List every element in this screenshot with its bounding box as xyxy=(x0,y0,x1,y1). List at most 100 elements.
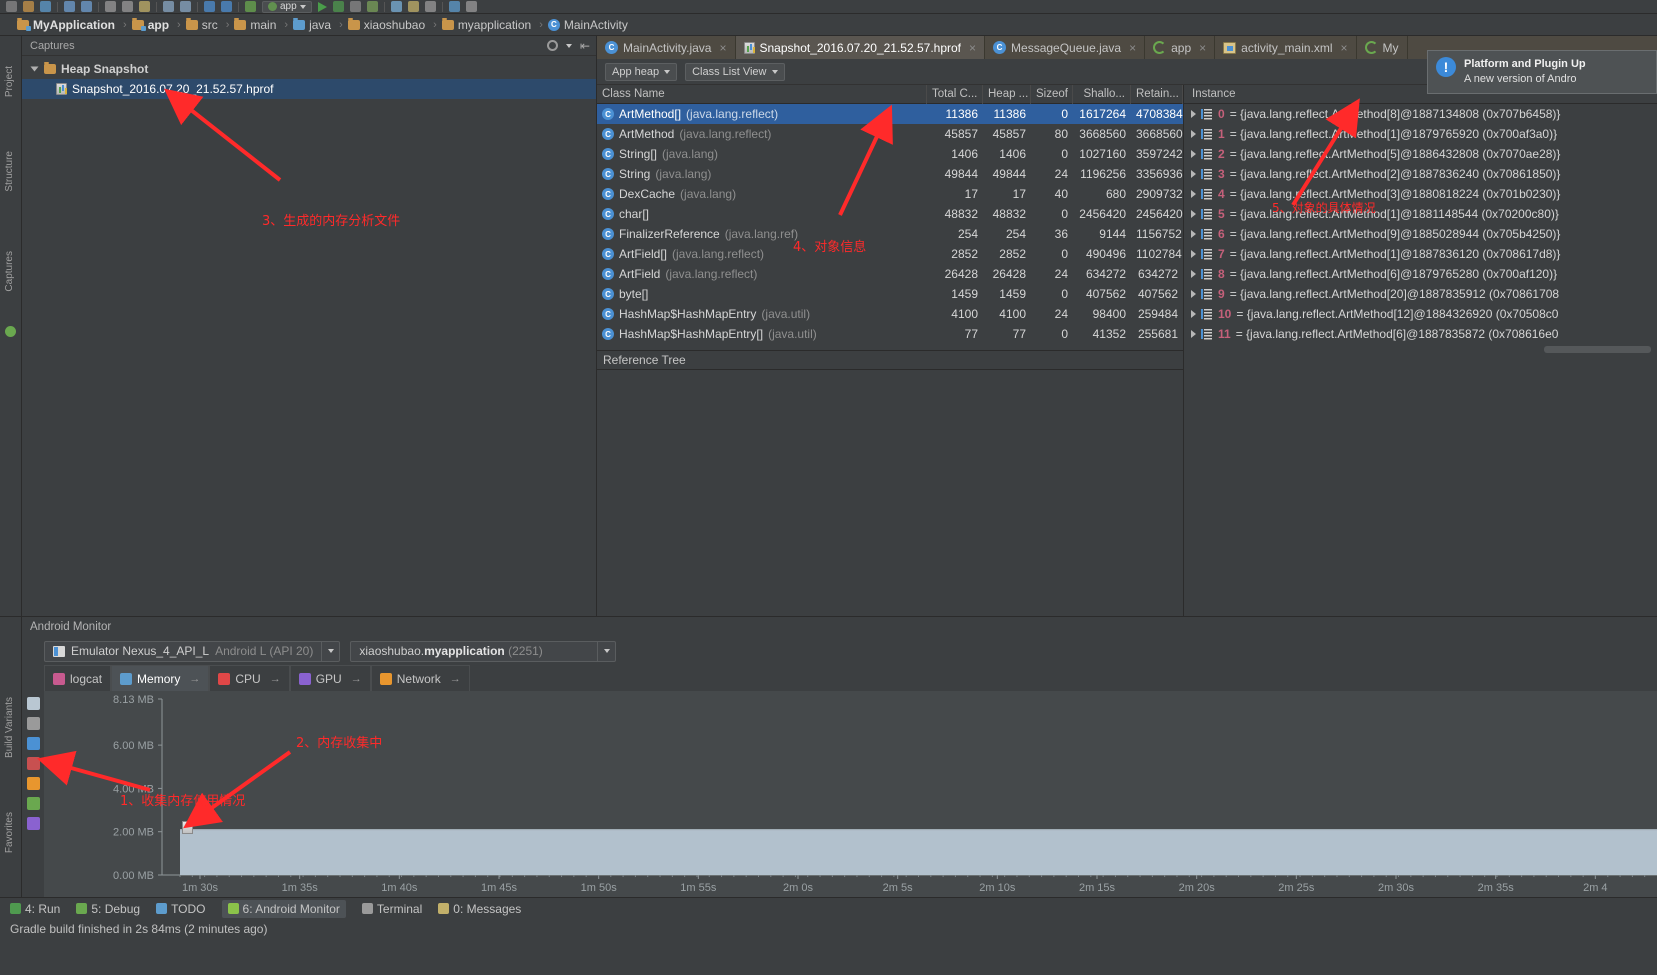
horizontal-scrollbar[interactable] xyxy=(1544,346,1651,353)
chevron-right-icon[interactable] xyxy=(1191,290,1196,298)
process-selector-arrow[interactable] xyxy=(597,641,615,661)
instance-row[interactable]: 1 = {java.lang.reflect.ArtMethod[1]@18797… xyxy=(1184,124,1657,144)
statusbar-item-5-debug[interactable]: 5: Debug xyxy=(76,902,140,916)
column-header-total-c-[interactable]: Total C... xyxy=(927,84,983,104)
chevron-down-icon[interactable] xyxy=(299,4,306,9)
editor-tab-bar[interactable]: C MainActivity.java × Snapshot_2016.07.20_2… xyxy=(597,36,1657,94)
table-row[interactable]: C HashMap$HashMapEntry[] (java.util) 77 77 0 4… xyxy=(597,324,1183,344)
monitor-tab-logcat[interactable]: logcat xyxy=(44,665,112,691)
reference-tree-body[interactable] xyxy=(597,370,1183,616)
table-row[interactable]: Cbyte[] 1459 1459 0 407562 407562 xyxy=(597,284,1183,304)
redo-icon[interactable] xyxy=(81,1,92,12)
instance-list[interactable]: 0 = {java.lang.reflect.ArtMethod[8]@18871… xyxy=(1184,104,1657,616)
chevron-right-icon[interactable] xyxy=(1191,150,1196,158)
detach-icon[interactable]: → xyxy=(450,673,461,685)
undo-icon[interactable] xyxy=(64,1,75,12)
captures-tree[interactable]: Heap Snapshot Snapshot_2016.07.20_21.52.5… xyxy=(22,56,596,616)
editor-tab-my[interactable]: My xyxy=(1357,36,1408,59)
table-row[interactable]: C DexCache (java.lang) 17 17 40 680 2909732 xyxy=(597,184,1183,204)
detach-icon[interactable]: → xyxy=(189,673,200,685)
gear-icon[interactable] xyxy=(546,40,558,51)
close-icon[interactable]: × xyxy=(969,41,976,55)
device-selector-arrow[interactable] xyxy=(321,641,339,661)
attach-debugger-icon[interactable] xyxy=(349,1,361,12)
collapse-icon[interactable]: ⇤ xyxy=(580,39,590,53)
breadcrumb-item-xiaoshubao[interactable]: xiaoshubao xyxy=(345,14,431,36)
screenshot-icon[interactable] xyxy=(26,717,40,730)
device-selector[interactable]: Emulator Nexus_4_API_L Android L (API 20… xyxy=(44,640,341,662)
table-row[interactable]: Cchar[] 48832 48832 0 2456420 2456420 xyxy=(597,204,1183,224)
table-row[interactable]: C String (java.lang) 49844 49844 24 1196256 335… xyxy=(597,164,1183,184)
class-list-header[interactable]: Class Name Total C... Heap ... Sizeof Shallo… xyxy=(597,84,1183,104)
process-selector[interactable]: xiaoshubao. myapplication (2251) xyxy=(350,640,617,662)
instance-row[interactable]: 7 = {java.lang.reflect.ArtMethod[1]@18878… xyxy=(1184,244,1657,264)
instance-row[interactable]: 2 = {java.lang.reflect.ArtMethod[5]@18864… xyxy=(1184,144,1657,164)
memory-chart[interactable]: 8.13 MB 6.00 MB 4.00 MB 2.00 MB 0.00 MB 1m 30… xyxy=(44,691,1657,897)
run-configuration-selector[interactable]: app xyxy=(262,0,312,13)
rail-item-structure[interactable]: Structure xyxy=(4,151,15,192)
statusbar-item-todo[interactable]: TODO xyxy=(156,902,206,916)
status-bar[interactable]: 4: Run 5: Debug TODO 6: Android Monitor Term… xyxy=(0,897,1657,919)
avd-manager-icon[interactable] xyxy=(390,1,402,12)
chevron-right-icon[interactable] xyxy=(1191,330,1196,338)
rail-item-build-variants[interactable]: Build Variants xyxy=(4,697,15,758)
chevron-right-icon[interactable] xyxy=(1191,270,1196,278)
pause-icon[interactable] xyxy=(26,737,40,750)
editor-tab-snapshot-2016-07-20-21-52-57-hprof[interactable]: Snapshot_2016.07.20_21.52.57.hprof × xyxy=(735,36,986,59)
main-toolbar[interactable]: app xyxy=(0,0,1657,14)
instance-row[interactable]: 9 = {java.lang.reflect.ArtMethod[20]@1887… xyxy=(1184,284,1657,304)
table-row[interactable]: C ArtField (java.lang.reflect) 26428 26428 24… xyxy=(597,264,1183,284)
instance-row[interactable]: 0 = {java.lang.reflect.ArtMethod[8]@18871… xyxy=(1184,104,1657,124)
memory-graph-tools[interactable] xyxy=(22,691,44,897)
editor-tab-messagequeue-java[interactable]: C MessageQueue.java × xyxy=(985,36,1146,59)
stop-icon[interactable] xyxy=(26,757,40,770)
search-icon[interactable] xyxy=(163,1,174,12)
column-header-heap-[interactable]: Heap ... xyxy=(983,84,1031,104)
statusbar-item-6-android-monitor[interactable]: 6: Android Monitor xyxy=(221,899,346,918)
chevron-right-icon[interactable] xyxy=(1191,310,1196,318)
table-row[interactable]: C ArtField[] (java.lang.reflect) 2852 2852 0 4… xyxy=(597,244,1183,264)
sdk-manager-icon[interactable] xyxy=(407,1,419,12)
layout-inspector-icon[interactable] xyxy=(424,1,436,12)
column-header-sizeof[interactable]: Sizeof xyxy=(1031,84,1073,104)
settings-icon[interactable] xyxy=(465,1,477,12)
cut-icon[interactable] xyxy=(105,1,116,12)
breadcrumb-item-main[interactable]: main xyxy=(231,14,282,36)
chevron-right-icon[interactable] xyxy=(1191,250,1196,258)
close-icon[interactable]: × xyxy=(1199,41,1206,55)
chevron-right-icon[interactable] xyxy=(1191,210,1196,218)
column-header-shallo-[interactable]: Shallo... xyxy=(1073,84,1131,104)
table-row[interactable]: C String[] (java.lang) 1406 1406 0 1027160 3597… xyxy=(597,144,1183,164)
chevron-right-icon[interactable] xyxy=(1191,110,1196,118)
table-row[interactable]: C ArtMethod (java.lang.reflect) 45857 45857 8… xyxy=(597,124,1183,144)
chevron-down-icon[interactable] xyxy=(565,43,572,48)
allocation-tracker-icon[interactable] xyxy=(26,817,40,830)
editor-tab-mainactivity-java[interactable]: C MainActivity.java × xyxy=(597,36,736,59)
camera-icon[interactable] xyxy=(26,697,40,710)
back-icon[interactable] xyxy=(204,1,215,12)
column-header-class-name[interactable]: Class Name xyxy=(597,84,927,104)
rail-item-captures[interactable]: Captures xyxy=(4,251,15,292)
table-row[interactable]: C ArtMethod[] (java.lang.reflect) 11386 1138… xyxy=(597,104,1183,124)
column-header-retain-[interactable]: Retain...▼ xyxy=(1131,84,1183,104)
monitor-tab-network[interactable]: Network → xyxy=(370,665,470,691)
rail-item-favorites[interactable]: Favorites xyxy=(4,812,15,853)
close-icon[interactable]: × xyxy=(1129,41,1136,55)
new-icon[interactable] xyxy=(6,1,17,12)
statusbar-item-0-messages[interactable]: 0: Messages xyxy=(438,902,521,916)
breadcrumb-item-app[interactable]: app xyxy=(129,14,175,36)
paste-icon[interactable] xyxy=(139,1,150,12)
view-selector[interactable]: Class List View xyxy=(685,62,785,81)
captures-header-actions[interactable]: ⇤ xyxy=(546,39,590,53)
heap-selector[interactable]: App heap xyxy=(605,62,678,81)
breadcrumb-item-mainactivity[interactable]: C MainActivity xyxy=(545,14,634,36)
statusbar-item-terminal[interactable]: Terminal xyxy=(361,902,422,916)
breadcrumb-item-java[interactable]: java xyxy=(290,14,337,36)
sync-gradle-icon[interactable] xyxy=(245,1,256,12)
monitor-tab-gpu[interactable]: GPU → xyxy=(289,665,371,691)
monitor-tab-memory[interactable]: Memory → xyxy=(111,665,210,691)
instance-row[interactable]: 4 = {java.lang.reflect.ArtMethod[3]@18808… xyxy=(1184,184,1657,204)
chevron-down-icon[interactable] xyxy=(771,69,778,74)
captures-tree-item[interactable]: Heap Snapshot xyxy=(22,59,596,79)
close-icon[interactable]: × xyxy=(1341,41,1348,55)
